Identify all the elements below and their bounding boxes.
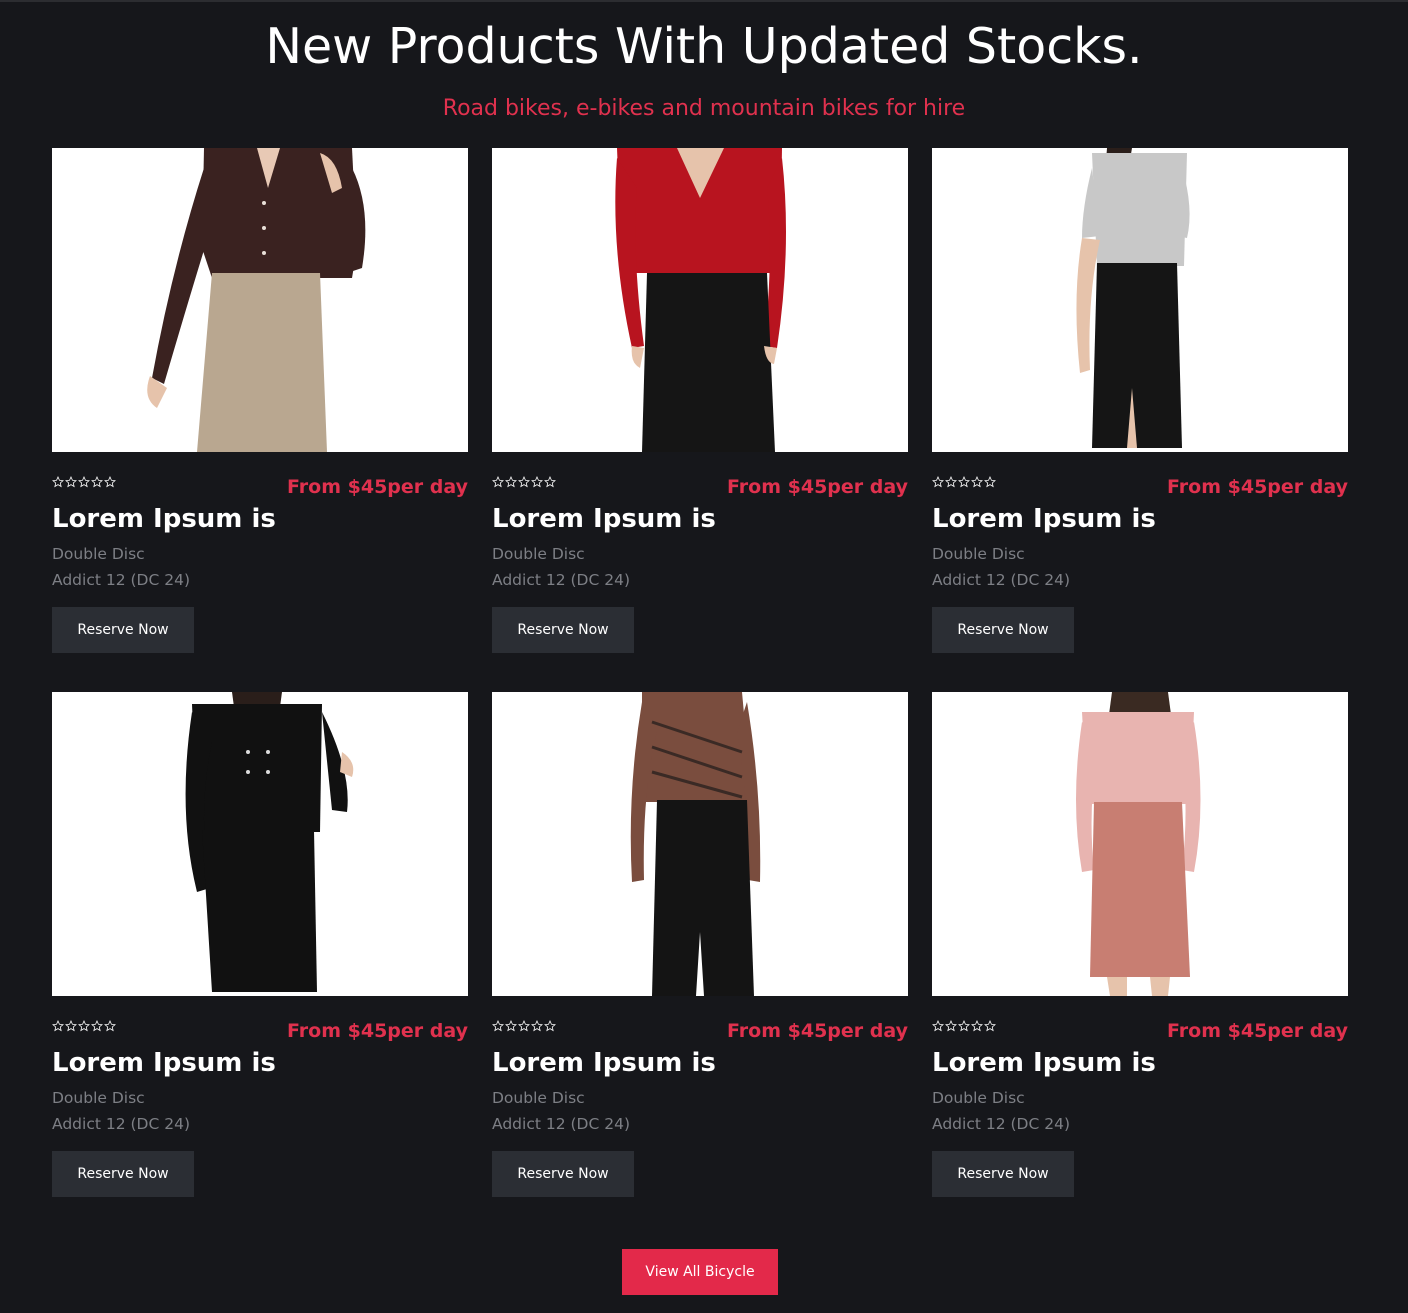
star-icon	[971, 1020, 983, 1032]
rating-stars	[492, 1020, 556, 1032]
reserve-now-button[interactable]: Reserve Now	[492, 1151, 634, 1197]
rating-stars	[52, 1020, 116, 1032]
star-icon	[984, 476, 996, 488]
product-spec-line1: Double Disc	[492, 1089, 585, 1107]
product-title[interactable]: Lorem Ipsum is	[52, 1045, 276, 1081]
price-label: From $45per day	[1167, 1020, 1348, 1042]
star-icon	[104, 476, 116, 488]
star-icon	[518, 476, 530, 488]
star-icon	[91, 476, 103, 488]
price-label: From $45per day	[287, 476, 468, 498]
product-title[interactable]: Lorem Ipsum is	[492, 1045, 716, 1081]
product-card: From $45per day Lorem Ipsum is Double Di…	[492, 692, 908, 1198]
reserve-now-button[interactable]: Reserve Now	[932, 1151, 1074, 1197]
star-icon	[531, 1020, 543, 1032]
rating-stars	[492, 476, 556, 488]
product-spec-line2: Addict 12 (DC 24)	[492, 1115, 630, 1133]
star-icon	[492, 476, 504, 488]
product-photo[interactable]	[52, 692, 468, 996]
view-all-button[interactable]: View All Bicycle	[622, 1249, 778, 1295]
product-title[interactable]: Lorem Ipsum is	[932, 1045, 1156, 1081]
star-icon	[945, 476, 957, 488]
rating-stars	[932, 476, 996, 488]
product-spec-line1: Double Disc	[52, 545, 145, 563]
star-icon	[518, 1020, 530, 1032]
product-spec-line2: Addict 12 (DC 24)	[52, 1115, 190, 1133]
product-photo[interactable]	[932, 148, 1348, 452]
star-icon	[945, 1020, 957, 1032]
product-spec-line1: Double Disc	[932, 545, 1025, 563]
star-icon	[492, 1020, 504, 1032]
rating-stars	[52, 476, 116, 488]
price-label: From $45per day	[287, 1020, 468, 1042]
top-divider	[0, 0, 1408, 2]
star-icon	[958, 476, 970, 488]
star-icon	[531, 476, 543, 488]
product-photo[interactable]	[52, 148, 468, 452]
star-icon	[544, 476, 556, 488]
product-spec-line1: Double Disc	[492, 545, 585, 563]
reserve-now-button[interactable]: Reserve Now	[932, 607, 1074, 653]
star-icon	[505, 476, 517, 488]
product-card: From $45per day Lorem Ipsum is Double Di…	[52, 148, 468, 654]
product-photo[interactable]	[492, 692, 908, 996]
star-icon	[544, 1020, 556, 1032]
product-spec-line2: Addict 12 (DC 24)	[932, 571, 1070, 589]
product-spec-line2: Addict 12 (DC 24)	[492, 571, 630, 589]
price-label: From $45per day	[727, 476, 908, 498]
product-spec-line1: Double Disc	[52, 1089, 145, 1107]
star-icon	[65, 476, 77, 488]
product-title[interactable]: Lorem Ipsum is	[932, 501, 1156, 537]
reserve-now-button[interactable]: Reserve Now	[52, 1151, 194, 1197]
price-label: From $45per day	[727, 1020, 908, 1042]
star-icon	[52, 1020, 64, 1032]
star-icon	[958, 1020, 970, 1032]
product-card: From $45per day Lorem Ipsum is Double Di…	[932, 692, 1348, 1198]
star-icon	[91, 1020, 103, 1032]
star-icon	[78, 1020, 90, 1032]
star-icon	[932, 1020, 944, 1032]
price-label: From $45per day	[1167, 476, 1348, 498]
product-card: From $45per day Lorem Ipsum is Double Di…	[52, 692, 468, 1198]
reserve-now-button[interactable]: Reserve Now	[52, 607, 194, 653]
product-photo[interactable]	[932, 692, 1348, 996]
product-title[interactable]: Lorem Ipsum is	[492, 501, 716, 537]
star-icon	[984, 1020, 996, 1032]
product-spec-line2: Addict 12 (DC 24)	[932, 1115, 1070, 1133]
star-icon	[505, 1020, 517, 1032]
product-spec-line2: Addict 12 (DC 24)	[52, 571, 190, 589]
star-icon	[52, 476, 64, 488]
product-card: From $45per day Lorem Ipsum is Double Di…	[932, 148, 1348, 654]
section-subtitle: Road bikes, e-bikes and mountain bikes f…	[442, 96, 966, 121]
reserve-now-button[interactable]: Reserve Now	[492, 607, 634, 653]
product-card: From $45per day Lorem Ipsum is Double Di…	[492, 148, 908, 654]
star-icon	[932, 476, 944, 488]
star-icon	[78, 476, 90, 488]
star-icon	[65, 1020, 77, 1032]
star-icon	[104, 1020, 116, 1032]
star-icon	[971, 476, 983, 488]
product-photo[interactable]	[492, 148, 908, 452]
rating-stars	[932, 1020, 996, 1032]
product-title[interactable]: Lorem Ipsum is	[52, 501, 276, 537]
section-title: New Products With Updated Stocks.	[265, 18, 1143, 75]
product-spec-line1: Double Disc	[932, 1089, 1025, 1107]
